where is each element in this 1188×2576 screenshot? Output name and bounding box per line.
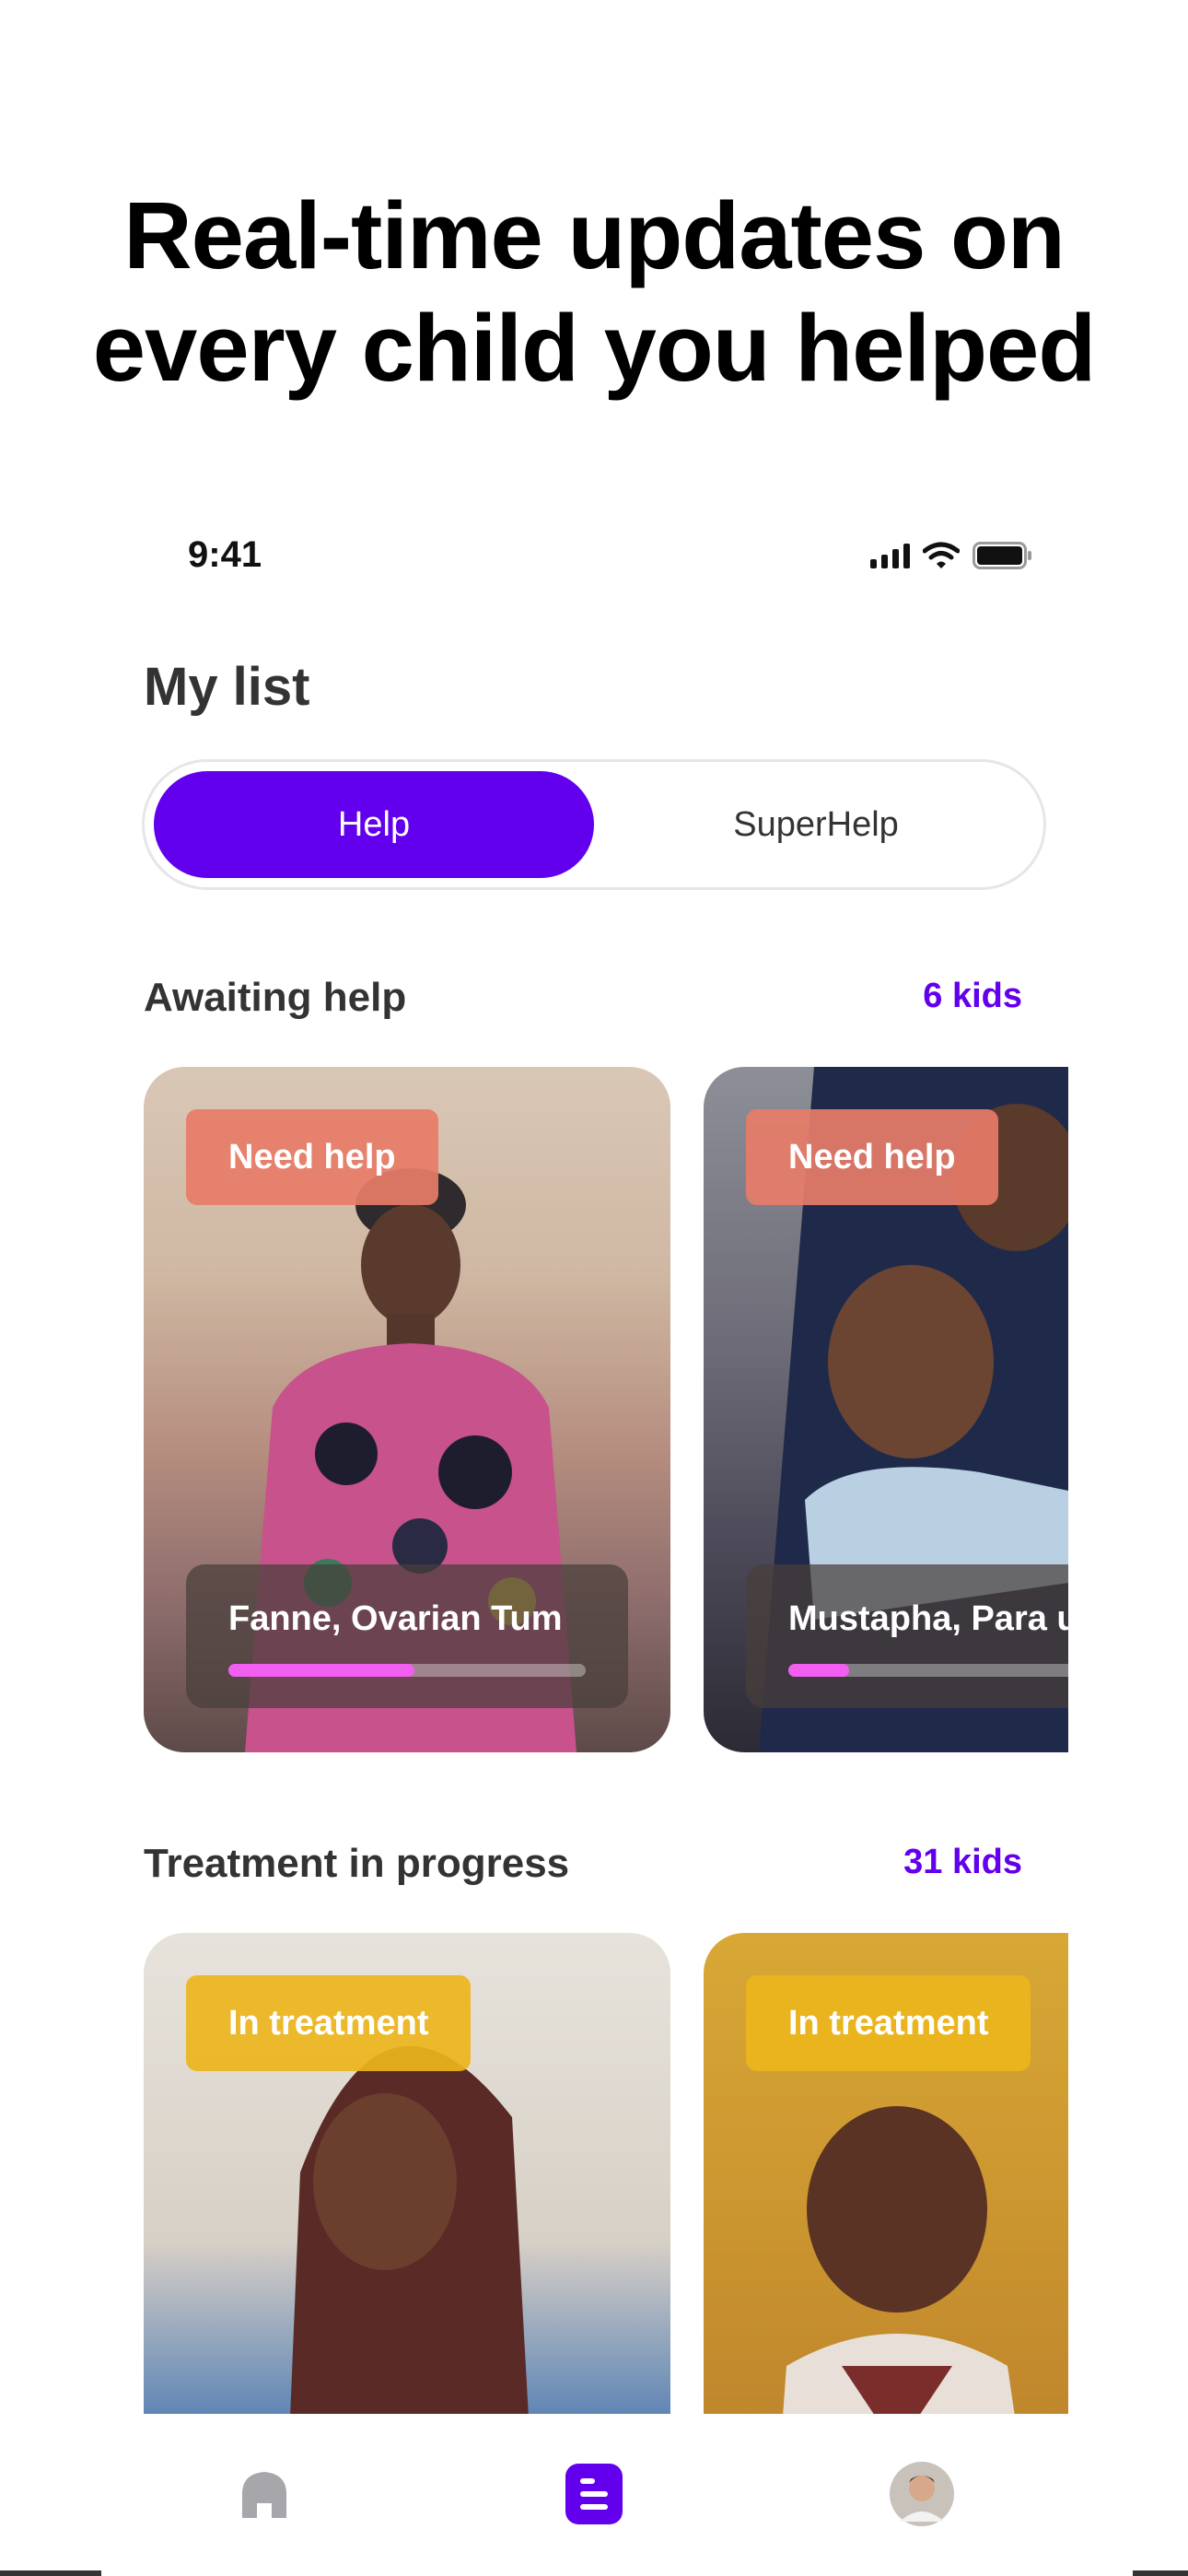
profile-avatar-icon (890, 2462, 954, 2526)
section-count-treatment-in-progress[interactable]: 31 kids (903, 1843, 1022, 1882)
child-card[interactable]: Need help Mustapha, Para un (704, 1067, 1068, 1752)
page-title: My list (144, 657, 310, 717)
segment-help[interactable]: Help (154, 771, 594, 878)
segment-help-label: Help (337, 804, 411, 844)
page-edge-mark (1133, 2570, 1188, 2576)
headline-line-1: Real-time updates on (123, 182, 1066, 288)
headline-line-2: every child you helped (92, 295, 1096, 401)
cellular-signal-icon (870, 543, 910, 568)
status-badge: In treatment (186, 1975, 472, 2071)
tab-my-list[interactable] (553, 2453, 635, 2535)
child-card[interactable]: Need help Fanne, Ovarian Tum (144, 1067, 670, 1752)
phone-screen: 9:41 My list Help SuperHelp Awaiting hel… (120, 479, 1068, 2576)
section-count-awaiting-help[interactable]: 6 kids (923, 977, 1022, 1016)
status-badge: Need help (746, 1109, 998, 1205)
marketing-headline: Real-time updates on every child you hel… (0, 180, 1188, 404)
status-icons (870, 542, 1033, 569)
funding-progress-bar (788, 1664, 1068, 1677)
section-title-treatment-in-progress: Treatment in progress (144, 1841, 570, 1886)
bottom-tab-bar (120, 2414, 1068, 2576)
child-name: Fanne, Ovarian Tum (228, 1599, 563, 1638)
funding-progress-bar (228, 1664, 586, 1677)
funding-progress-fill (228, 1664, 414, 1677)
funding-progress-fill (788, 1664, 849, 1677)
wifi-icon (923, 542, 960, 568)
child-info-box: Fanne, Ovarian Tum (186, 1564, 628, 1708)
status-badge: Need help (186, 1109, 438, 1205)
page-edge-mark (0, 2570, 101, 2576)
segment-superhelp[interactable]: SuperHelp (596, 771, 1036, 878)
list-icon (565, 2464, 623, 2524)
section-title-awaiting-help: Awaiting help (144, 975, 407, 1020)
segmented-control: Help SuperHelp (142, 759, 1046, 890)
tab-profile[interactable] (880, 2453, 963, 2535)
child-info-box: Mustapha, Para un (746, 1564, 1068, 1708)
home-icon (242, 2472, 286, 2518)
status-badge: In treatment (746, 1975, 1031, 2071)
child-name: Mustapha, Para un (788, 1599, 1068, 1638)
status-time: 9:41 (188, 534, 262, 575)
battery-icon (973, 542, 1031, 569)
status-bar: 9:41 (120, 534, 1068, 608)
tab-home[interactable] (223, 2453, 306, 2535)
segment-superhelp-label: SuperHelp (733, 804, 899, 844)
